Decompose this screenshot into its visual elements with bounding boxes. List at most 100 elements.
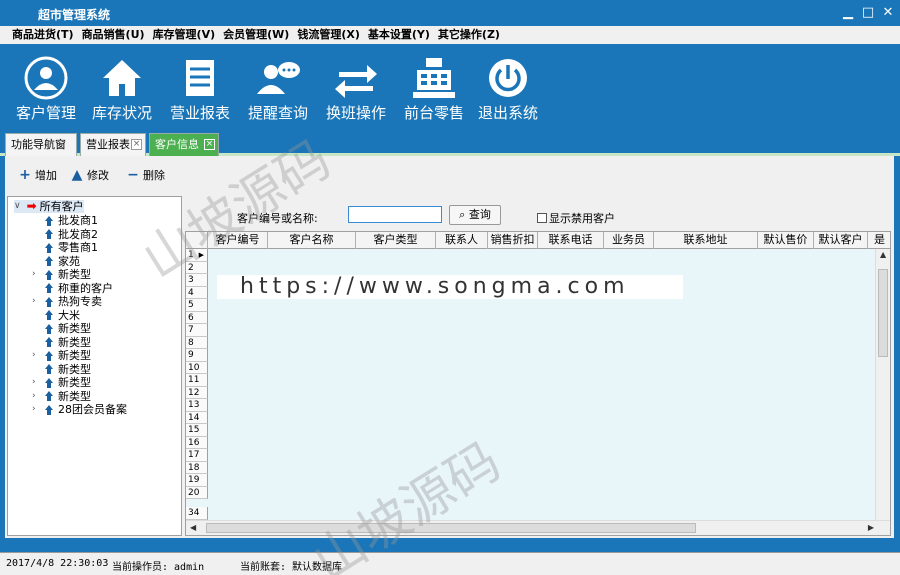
row-number[interactable]: 19 — [186, 474, 208, 487]
arrow-up-icon — [44, 215, 54, 226]
close-icon[interactable]: × — [131, 139, 142, 150]
row-number[interactable]: 34 — [186, 507, 208, 520]
checkbox-box[interactable] — [537, 213, 547, 223]
tab-business-report[interactable]: 营业报表 × — [80, 133, 146, 156]
tree-item[interactable]: › 新类型 — [32, 376, 91, 389]
maximize-button[interactable]: □ — [858, 3, 878, 23]
query-button[interactable]: ⌕ 查询 — [449, 205, 501, 225]
chevron-right-icon[interactable]: › — [32, 403, 36, 416]
toolbar-reminder-button[interactable]: 提醒查询 — [246, 56, 310, 126]
toolbar-shift-button[interactable]: 换班操作 — [324, 56, 388, 126]
row-number[interactable]: 8 — [186, 336, 208, 349]
tree-item[interactable]: 新类型 — [44, 322, 91, 335]
scroll-thumb[interactable] — [206, 523, 696, 533]
arrow-up-icon — [44, 337, 54, 347]
row-number[interactable]: 18 — [186, 461, 208, 474]
horizontal-scrollbar[interactable]: ◀ ▶ — [186, 520, 890, 535]
column-header[interactable]: 客户名称 — [268, 232, 356, 249]
vertical-scrollbar[interactable]: ▲ ▼ — [875, 249, 890, 535]
column-header[interactable]: 默认客户 — [814, 232, 868, 249]
toolbar-report-button[interactable]: 营业报表 — [168, 56, 232, 126]
delete-button[interactable]: − 删除 — [127, 167, 165, 183]
menu-members[interactable]: 会员管理(W) — [219, 26, 293, 44]
tree-item[interactable]: 称重的客户 — [44, 282, 113, 295]
chevron-right-icon[interactable]: › — [32, 295, 36, 308]
tree-item[interactable]: › 28团会员备案 — [32, 403, 127, 416]
column-header[interactable]: 联系电话 — [538, 232, 604, 249]
row-number[interactable]: 9 — [186, 349, 208, 362]
scroll-right-icon[interactable]: ▶ — [868, 523, 874, 532]
row-number[interactable]: 16 — [186, 436, 208, 449]
row-number[interactable]: 10 — [186, 361, 208, 374]
menu-sales[interactable]: 商品销售(U) — [78, 26, 149, 44]
show-disabled-checkbox[interactable]: 显示禁用客户 — [537, 210, 615, 226]
tree-item[interactable]: 新类型 — [44, 363, 91, 376]
row-number[interactable]: 5 — [186, 299, 208, 312]
row-number[interactable]: 2 — [186, 261, 208, 274]
minimize-button[interactable]: ▁ — [838, 3, 858, 23]
menu-cashflow[interactable]: 钱流管理(X) — [293, 26, 364, 44]
menu-inventory[interactable]: 库存管理(V) — [149, 26, 220, 44]
tree-item[interactable]: › 新类型 — [32, 268, 91, 281]
chevron-right-icon[interactable]: › — [32, 376, 36, 389]
grid-corner — [186, 232, 208, 249]
customer-info-panel: + 增加 ▲ 修改 − 删除 ∨ ➡ 所有客户 批发商1 批发商2 零售商1 家苑 › 新类型 称… — [5, 156, 894, 538]
tree-item[interactable]: › 新类型 — [32, 389, 91, 403]
menu-other[interactable]: 其它操作(Z) — [434, 26, 504, 44]
toolbar-exit-button[interactable]: 退出系统 — [476, 56, 540, 126]
tree-item[interactable]: 大米 — [44, 309, 80, 322]
column-header[interactable]: 是 — [868, 232, 890, 249]
chevron-right-icon[interactable]: › — [32, 268, 36, 281]
menu-purchase[interactable]: 商品进货(T) — [8, 26, 78, 44]
chevron-right-icon[interactable]: › — [32, 390, 36, 403]
tab-label: 客户信息 — [155, 138, 199, 151]
column-header[interactable]: 销售折扣 — [488, 232, 538, 249]
column-header[interactable]: 客户编号 — [208, 232, 268, 249]
row-number[interactable]: 4 — [186, 286, 208, 299]
row-number[interactable]: 3 — [186, 274, 208, 287]
row-number[interactable]: 15 — [186, 424, 208, 437]
row-number[interactable]: 20 — [186, 486, 208, 499]
tree-root[interactable]: ∨ ➡ 所有客户 — [14, 200, 84, 213]
chevron-right-icon[interactable]: › — [32, 349, 36, 362]
tree-item[interactable]: 零售商1 — [44, 241, 98, 254]
tree-item-label: 批发商1 — [58, 214, 98, 227]
chevron-down-icon[interactable]: ∨ — [14, 200, 21, 213]
close-icon[interactable]: × — [204, 139, 215, 150]
toolbar-label: 换班操作 — [325, 104, 386, 122]
row-number[interactable]: 14 — [186, 411, 208, 424]
tree-item[interactable]: › 热狗专卖 — [32, 295, 102, 308]
add-button[interactable]: + 增加 — [19, 167, 57, 183]
toolbar-stock-button[interactable]: 库存状况 — [90, 56, 154, 126]
edit-button[interactable]: ▲ 修改 — [71, 167, 109, 183]
toolbar-customer-button[interactable]: 客户管理 — [12, 56, 80, 126]
tree-item[interactable]: 批发商1 — [44, 214, 98, 227]
tree-item[interactable]: 家苑 — [44, 255, 80, 268]
row-number[interactable]: 1 ▶ — [186, 249, 208, 262]
row-number[interactable]: 6 — [186, 311, 208, 324]
column-header[interactable]: 业务员 — [604, 232, 654, 249]
tree-item[interactable]: › 新类型 — [32, 349, 91, 362]
column-header[interactable]: 默认售价 — [758, 232, 814, 249]
tree-item[interactable]: 新类型 — [44, 336, 91, 349]
row-number[interactable]: 7 — [186, 324, 208, 337]
row-number[interactable]: 12 — [186, 386, 208, 399]
column-header[interactable]: 联系人 — [436, 232, 488, 249]
scroll-thumb[interactable] — [878, 269, 888, 357]
tab-navigation[interactable]: 功能导航窗口 — [5, 133, 77, 172]
row-number[interactable]: 13 — [186, 399, 208, 412]
menu-settings[interactable]: 基本设置(Y) — [364, 26, 434, 44]
row-number[interactable]: 17 — [186, 449, 208, 462]
tab-label: 营业报表 — [86, 138, 130, 151]
tree-item[interactable]: 批发商2 — [44, 228, 98, 241]
column-header[interactable]: 客户类型 — [356, 232, 436, 249]
tree-item-label: 新类型 — [58, 389, 91, 403]
scroll-left-icon[interactable]: ◀ — [190, 523, 196, 532]
close-button[interactable]: ✕ — [878, 3, 898, 23]
toolbar-retail-button[interactable]: 前台零售 — [402, 56, 466, 126]
column-header[interactable]: 联系地址 — [654, 232, 758, 249]
tab-customer-info[interactable]: 客户信息 × — [149, 133, 219, 156]
search-input[interactable] — [348, 206, 442, 223]
scroll-up-icon[interactable]: ▲ — [880, 250, 886, 259]
row-number[interactable]: 11 — [186, 374, 208, 387]
